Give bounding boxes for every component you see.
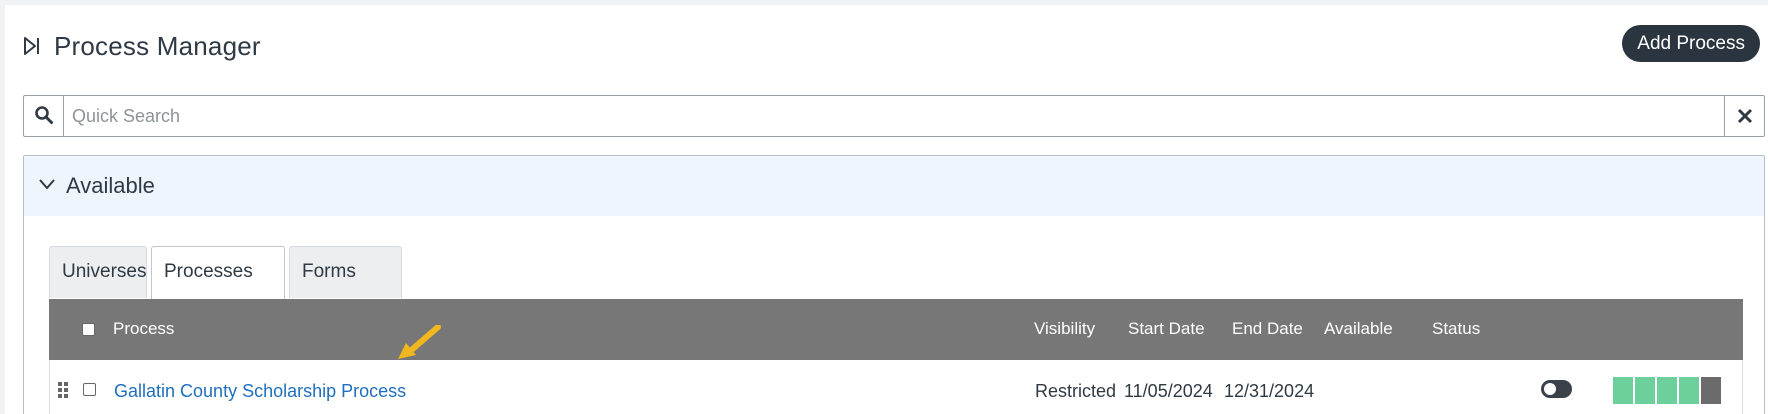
column-header-process[interactable]: Process	[113, 319, 174, 339]
collapse-sidebar-icon[interactable]	[23, 36, 41, 56]
drag-handle-icon[interactable]	[58, 382, 68, 398]
tab-label: Universes	[62, 261, 147, 282]
end-date-value: 12/31/2024	[1224, 381, 1315, 401]
tab-universes[interactable]: Universes	[49, 246, 147, 298]
status-segment	[1701, 377, 1721, 404]
start-date-value: 11/05/2024	[1124, 381, 1213, 401]
search-input[interactable]	[65, 96, 1717, 136]
tab-forms[interactable]: Forms102	[289, 246, 402, 330]
close-icon	[1737, 108, 1753, 124]
column-header-available[interactable]: Available	[1324, 319, 1393, 339]
available-toggle[interactable]	[1541, 380, 1572, 398]
tab-processes[interactable]: Processes7	[151, 246, 285, 330]
row-checkbox[interactable]	[83, 383, 96, 396]
available-panel: Available Universes Processes7 Forms102 …	[23, 155, 1765, 414]
add-process-button[interactable]: Add Process	[1622, 25, 1760, 62]
tab-label: Forms	[302, 261, 356, 282]
column-header-start-date[interactable]: Start Date	[1128, 319, 1205, 339]
column-header-visibility[interactable]: Visibility	[1034, 319, 1095, 339]
select-all-checkbox[interactable]	[82, 323, 95, 336]
table-header: Process Visibility Start Date End Date A…	[49, 299, 1743, 360]
chevron-down-icon	[39, 179, 55, 190]
quick-search-bar	[23, 95, 1765, 137]
status-segment	[1613, 377, 1633, 404]
column-header-status[interactable]: Status	[1432, 319, 1480, 339]
page-title: Process Manager	[54, 31, 261, 61]
visibility-value: Restricted	[1035, 381, 1117, 401]
process-link[interactable]: Gallatin County Scholarship Process	[114, 381, 406, 402]
table-row: Gallatin County Scholarship Process Rest…	[49, 360, 1743, 414]
process-table: Process Visibility Start Date End Date A…	[49, 299, 1743, 414]
search-icon	[35, 106, 53, 124]
clear-search-button[interactable]	[1724, 96, 1764, 136]
status-segment	[1635, 377, 1655, 404]
available-panel-header[interactable]: Available	[24, 156, 1764, 216]
panel-title: Available	[66, 173, 155, 198]
annotation-arrow-icon	[398, 325, 441, 359]
search-button[interactable]	[24, 96, 64, 136]
column-header-end-date[interactable]: End Date	[1232, 319, 1303, 339]
status-segment	[1679, 377, 1699, 404]
status-indicator	[1613, 377, 1723, 404]
toggle-knob	[1544, 383, 1556, 395]
status-segment	[1657, 377, 1677, 404]
page-header: Process Manager Add Process	[5, 5, 1768, 87]
tab-label: Processes	[164, 261, 253, 282]
